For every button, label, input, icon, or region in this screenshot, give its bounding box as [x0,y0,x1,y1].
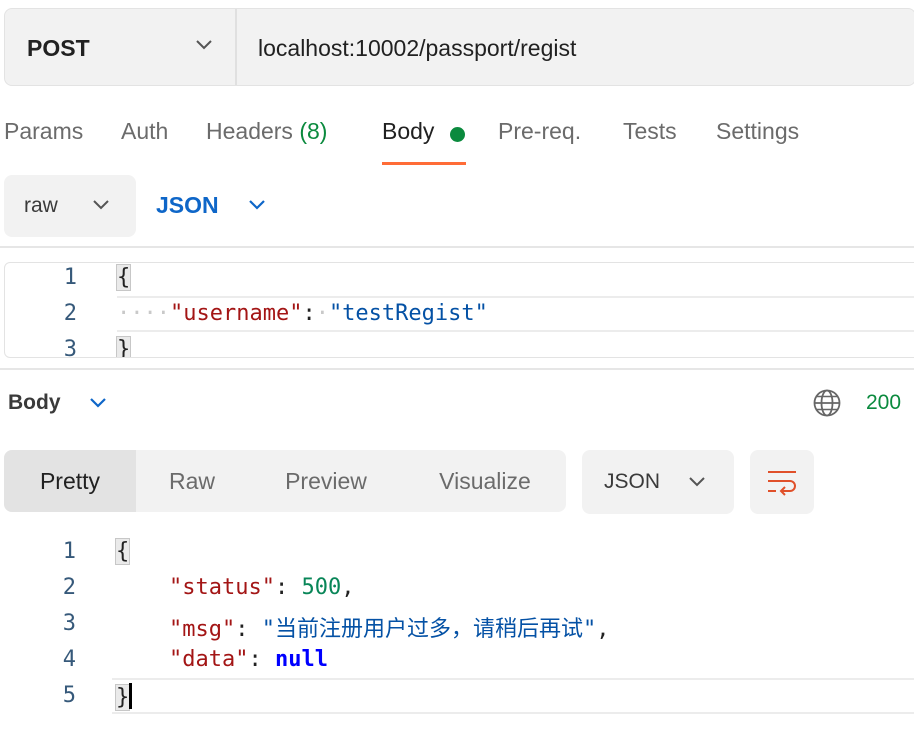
wrap-lines-button[interactable] [750,450,814,514]
code-line: "status": 500, [168,575,355,600]
wrap-lines-icon [768,471,796,496]
comma: , [341,575,355,600]
code-line: } [115,336,132,357]
tab-tests[interactable]: Tests [623,118,677,145]
close-brace: } [115,336,132,357]
code-line: { [114,538,131,565]
current-line-highlight [112,678,914,714]
line-number: 3 [63,337,77,358]
line-number: 3 [62,611,76,636]
tab-preview[interactable]: Preview [248,450,404,512]
line-number: 5 [62,683,76,708]
chevron-down-icon [93,200,109,210]
json-key: "data" [168,647,249,672]
tab-auth[interactable]: Auth [121,118,168,145]
chevron-down-icon [689,477,705,487]
globe-icon[interactable] [812,388,842,418]
json-key: "username" [169,301,303,326]
url-input[interactable]: localhost:10002/passport/regist [258,9,576,85]
active-tab-indicator [382,162,466,165]
code-line: "msg": "当前注册用户过多，请稍后再试", [168,617,610,642]
line-number: 4 [62,647,76,672]
chevron-down-icon [196,40,212,50]
chevron-down-icon [249,200,265,210]
json-value: null [274,647,328,672]
whitespace-dot: · [315,301,329,326]
body-language-label: JSON [156,192,219,218]
response-view-tabs: Pretty Raw Preview Visualize [4,450,566,512]
format-label: JSON [604,470,661,493]
code-line: { [115,264,132,291]
body-mode-label: raw [24,194,58,217]
tab-label: Body [382,118,435,144]
json-value: "testRegist" [328,301,488,326]
tab-headers[interactable]: Headers (8) [206,118,327,145]
code-line: ····"username":·"testRegist" [117,301,488,326]
tab-body[interactable]: Body [382,118,434,145]
method-label: POST [27,34,90,61]
whitespace-dots: ···· [117,301,170,326]
method-select[interactable]: POST [5,9,235,85]
tab-raw[interactable]: Raw [136,450,248,512]
close-brace: } [114,684,131,711]
tab-label: Tests [623,118,677,144]
code-line: "data": null [168,647,328,672]
tab-label: Headers [206,118,293,144]
body-mode-select[interactable]: raw [4,175,136,237]
request-body-editor[interactable]: 1 2 3 { ····"username":·"testRegist" } [4,262,914,358]
status-code[interactable]: 200 [866,391,901,415]
tab-settings[interactable]: Settings [716,118,799,145]
colon: : [302,301,316,326]
tab-pre-request[interactable]: Pre-req. [498,118,581,145]
line-number: 1 [63,265,77,290]
divider [0,368,914,370]
divider [0,246,914,248]
tab-label: Settings [716,118,800,144]
code-line: } [114,683,133,711]
chevron-down-icon[interactable] [88,396,108,410]
headers-count: (8) [299,118,328,144]
line-number: 2 [63,301,77,326]
line-number: 2 [62,575,76,600]
tab-label: Pre-req. [498,118,582,144]
tab-label: Auth [121,118,169,144]
tab-params[interactable]: Params [4,118,83,145]
json-value: 500 [301,575,342,600]
tab-pretty[interactable]: Pretty [4,450,136,512]
tab-label: Params [4,118,84,144]
response-body-title[interactable]: Body [8,391,61,415]
response-format-select[interactable]: JSON [582,450,734,514]
tab-visualize[interactable]: Visualize [404,450,566,512]
comma: , [596,617,610,642]
open-brace: { [114,538,131,565]
json-key: "status" [168,575,275,600]
request-bar: POST localhost:10002/passport/regist [4,8,914,86]
divider [235,9,237,85]
json-value: "当前注册用户过多，请稍后再试" [261,617,597,642]
text-cursor [129,683,133,709]
json-key: "msg" [168,617,236,642]
line-number: 1 [62,539,76,564]
body-modified-dot-icon [450,127,465,142]
open-brace: { [115,264,132,291]
